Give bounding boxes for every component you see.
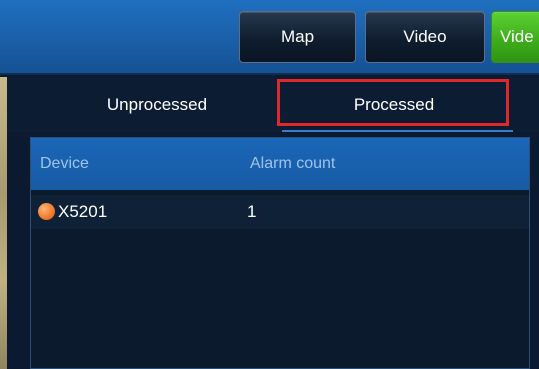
video-active-button[interactable]: Vide [491,11,539,63]
column-header-alarm-count[interactable]: Alarm count [250,155,335,173]
video-button[interactable]: Video [365,11,485,63]
orange-dot-icon [38,203,55,220]
map-button[interactable]: Map [239,11,356,63]
active-tab-indicator [282,130,513,132]
map-edge-strip [0,77,7,369]
alarm-tabs: Unprocessed Processed [7,77,539,132]
tab-highlight-box [277,79,509,126]
alarm-window: Map Video Vide Unprocessed Processed Dev… [0,0,539,369]
alarm-count-cell: 1 [247,202,257,221]
alarm-table: Device Alarm count X5201 1 [30,137,530,369]
device-cell: X5201 [58,202,108,221]
table-row[interactable]: X5201 1 [31,195,529,229]
top-toolbar: Map Video Vide [0,0,539,75]
table-header: Device Alarm count [31,138,529,190]
column-header-device[interactable]: Device [40,155,89,173]
tab-unprocessed[interactable]: Unprocessed [47,77,267,132]
